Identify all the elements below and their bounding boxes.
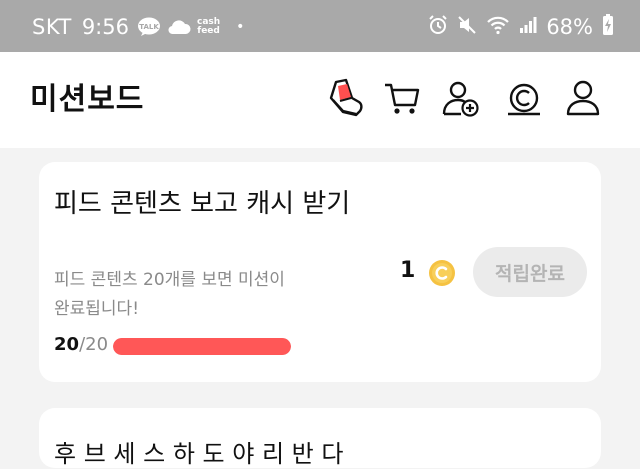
status-left: SKT 9:56 TALK cash feed • bbox=[32, 12, 244, 42]
mission-card: 피드 콘텐츠 보고 캐시 받기 피드 콘텐츠 20개를 보면 미션이 완료됩니다… bbox=[39, 162, 601, 382]
battery-percent: 68% bbox=[546, 15, 593, 39]
signal-icon bbox=[519, 16, 537, 38]
mission-progress-text: 20/20 bbox=[54, 334, 108, 355]
wifi-icon bbox=[486, 15, 510, 39]
claim-reward-button[interactable]: 적립완료 bbox=[473, 247, 587, 297]
mute-icon bbox=[457, 15, 477, 39]
add-friend-icon[interactable] bbox=[441, 78, 481, 118]
mission-card: 후 브 세 스 하 도 야 리 반 다 bbox=[39, 408, 601, 468]
talk-label: TALK bbox=[139, 23, 159, 31]
cart-icon[interactable] bbox=[382, 78, 422, 118]
reward-amount: 1 bbox=[400, 258, 416, 283]
profile-icon[interactable] bbox=[563, 78, 603, 118]
cashfeed-line2: feed bbox=[197, 26, 220, 36]
status-right: 68% bbox=[428, 12, 614, 42]
mission-title: 피드 콘텐츠 보고 캐시 받기 bbox=[54, 189, 351, 219]
cloud-icon bbox=[167, 19, 191, 35]
progress-current: 20 bbox=[54, 334, 80, 355]
progress-bar bbox=[113, 338, 291, 355]
clock-time: 9:56 bbox=[81, 15, 129, 39]
reward-coin-icon bbox=[428, 259, 456, 287]
page-title: 미션보드 bbox=[30, 82, 145, 117]
alarm-icon bbox=[428, 15, 448, 39]
kakaotalk-icon: TALK bbox=[137, 17, 161, 37]
app-header: 미션보드 bbox=[0, 52, 640, 148]
carrier-name: SKT bbox=[32, 15, 72, 39]
battery-charging-icon bbox=[602, 14, 614, 40]
notification-dot: • bbox=[236, 19, 245, 35]
mission-title: 후 브 세 스 하 도 야 리 반 다 bbox=[54, 440, 344, 468]
status-bar: SKT 9:56 TALK cash feed • 68% bbox=[0, 0, 640, 52]
shoe-icon[interactable] bbox=[325, 78, 365, 118]
mission-description: 피드 콘텐츠 20개를 보면 미션이 완료됩니다! bbox=[54, 270, 285, 319]
coin-icon[interactable] bbox=[504, 78, 544, 118]
progress-total: 20 bbox=[85, 334, 109, 355]
progress-bar-fill bbox=[113, 338, 291, 355]
cashfeed-icon: cash feed bbox=[197, 18, 220, 36]
